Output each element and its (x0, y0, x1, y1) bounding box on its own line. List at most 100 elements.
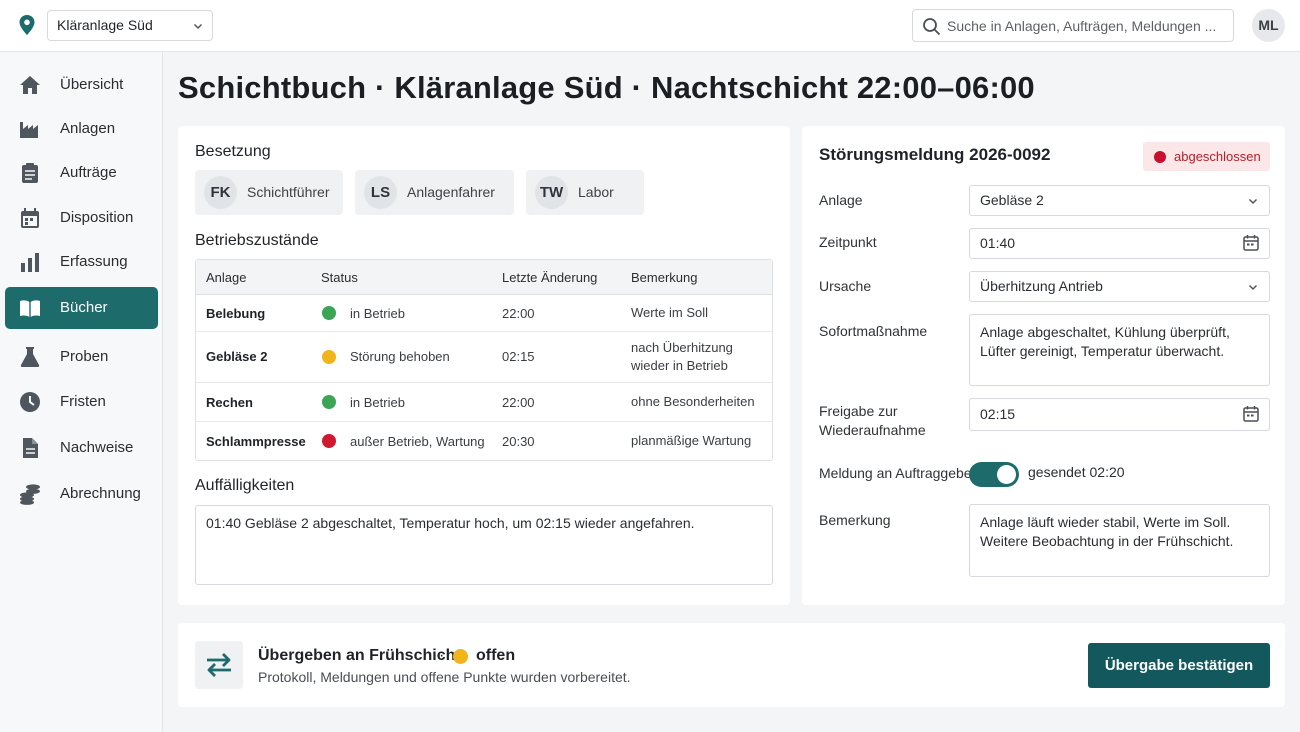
zeitpunkt-label: Zeitpunkt (819, 234, 877, 250)
sidebar-item-label: Nachweise (60, 439, 134, 456)
bar-chart-icon (21, 253, 39, 272)
swap-arrows-icon (207, 653, 231, 677)
cell-remark: ohne Besonderheiten (631, 394, 755, 409)
search-box[interactable] (912, 9, 1234, 42)
cell-anlage: Schlammpresse (206, 434, 306, 449)
sidebar-item-label: Fristen (60, 393, 106, 410)
sidebar-item-auftraege[interactable]: Aufträge (5, 152, 158, 194)
cell-status: Störung behoben (350, 349, 450, 364)
location-pin-icon (19, 15, 35, 35)
toggle-knob (997, 465, 1016, 484)
home-icon (20, 76, 40, 94)
calendar-icon (21, 208, 39, 228)
table-row[interactable]: Gebläse 2 Störung behoben 02:15 nach Übe… (196, 332, 772, 383)
column-header: Anlage (206, 270, 247, 285)
sidebar-item-fristen[interactable]: Fristen (5, 381, 158, 423)
crew-member-tw[interactable]: TW Labor (526, 170, 644, 215)
cell-time: 22:00 (502, 306, 535, 321)
status-dot (322, 306, 336, 320)
cell-status: außer Betrieb, Wartung (350, 434, 485, 449)
handover-bar: Übergeben an Frühschicht · offen Protoko… (178, 623, 1285, 707)
anlage-label: Anlage (819, 192, 863, 208)
clipboard-icon (22, 163, 38, 183)
cell-time: 22:00 (502, 395, 535, 410)
zeitpunkt-value: 01:40 (980, 235, 1016, 251)
anlage-select-value: Gebläse 2 (980, 192, 1044, 208)
sidebar-item-label: Bücher (60, 299, 108, 316)
column-header: Bemerkung (631, 270, 698, 285)
table-row[interactable]: Schlammpresse außer Betrieb, Wartung 20:… (196, 422, 772, 460)
meldung-label: Meldung an Auftraggeber (819, 465, 977, 481)
calendar-icon[interactable] (1242, 234, 1260, 252)
notes-textarea[interactable]: 01:40 Gebläse 2 abgeschaltet, Temperatur… (195, 505, 773, 585)
crew-section-title: Besetzung (195, 143, 271, 160)
crew-member-ls[interactable]: LS Anlagenfahrer (355, 170, 514, 215)
sidebar-item-anlagen[interactable]: Anlagen (5, 108, 158, 150)
book-icon (20, 300, 40, 317)
document-icon (23, 438, 38, 458)
status-dot (322, 434, 336, 448)
status-dot (322, 395, 336, 409)
zeitpunkt-input[interactable]: 01:40 (969, 228, 1270, 259)
top-bar: Kläranlage Süd ML (0, 0, 1300, 52)
crew-initials: FK (204, 176, 237, 209)
sidebar-item-nachweise[interactable]: Nachweise (5, 427, 158, 469)
crew-member-fk[interactable]: FK Schichtführer (195, 170, 343, 215)
ursache-select-value: Überhitzung Antrieb (980, 278, 1103, 294)
bemerkung-textarea[interactable]: Anlage läuft wieder stabil, Werte im Sol… (969, 504, 1270, 577)
chevron-down-icon (1248, 284, 1258, 291)
freigabe-input[interactable]: 02:15 (969, 398, 1270, 431)
column-header: Status (321, 270, 358, 285)
cell-remark: nach Überhitzung wieder in Betrieb (631, 340, 733, 373)
cell-time: 20:30 (502, 434, 535, 449)
cell-anlage: Belebung (206, 306, 266, 321)
ursache-label: Ursache (819, 278, 872, 294)
column-header: Letzte Änderung (502, 270, 598, 285)
table-row[interactable]: Rechen in Betrieb 22:00 ohne Besonderhei… (196, 383, 772, 422)
status-table: Anlage Status Letzte Änderung Bemerkung … (195, 259, 773, 461)
clock-icon (20, 392, 40, 412)
sidebar-item-erfassung[interactable]: Erfassung (5, 241, 158, 283)
coins-icon (20, 484, 40, 505)
cell-time: 02:15 (502, 349, 535, 364)
cell-status: in Betrieb (350, 306, 405, 321)
handover-title: Übergeben an Frühschicht (258, 647, 461, 664)
cell-anlage: Rechen (206, 395, 253, 410)
sidebar-item-uebersicht[interactable]: Übersicht (5, 64, 158, 106)
anlage-select[interactable]: Gebläse 2 (969, 185, 1270, 216)
sofortmassnahme-textarea[interactable]: Anlage abgeschaltet, Kühlung überprüft, … (969, 314, 1270, 386)
freigabe-value: 02:15 (980, 406, 1016, 422)
freigabe-label: Freigabe zur Wiederaufnahme (819, 403, 926, 438)
shift-log-card: Besetzung FK Schichtführer LS Anlagenfah… (178, 126, 790, 605)
incident-card: Störungsmeldung 2026-0092 abgeschlossen … (802, 126, 1285, 605)
search-input[interactable] (947, 10, 1229, 41)
status-dot (322, 350, 336, 364)
crew-initials: LS (364, 176, 397, 209)
handover-icon-box (195, 641, 243, 689)
sidebar-item-disposition[interactable]: Disposition (5, 197, 158, 239)
handover-separator: · (439, 647, 445, 664)
factory-icon (20, 122, 38, 138)
table-header: Anlage Status Letzte Änderung Bemerkung (196, 260, 772, 295)
cell-anlage: Gebläse 2 (206, 349, 268, 364)
page-title: Schichtbuch · Kläranlage Süd · Nachtschi… (178, 70, 1035, 105)
sidebar-item-buecher[interactable]: Bücher (5, 287, 158, 329)
sidebar-item-label: Erfassung (60, 253, 128, 270)
calendar-icon[interactable] (1242, 405, 1260, 423)
plant-select[interactable]: Kläranlage Süd (47, 10, 213, 41)
status-section-title: Betriebszustände (195, 232, 319, 249)
cell-status: in Betrieb (350, 395, 405, 410)
sidebar-item-label: Proben (60, 348, 109, 365)
confirm-handover-button[interactable]: Übergabe bestätigen (1088, 643, 1270, 688)
meldung-toggle[interactable] (969, 462, 1019, 487)
status-badge: abgeschlossen (1143, 142, 1270, 171)
table-row[interactable]: Belebung in Betrieb 22:00 Werte im Soll (196, 295, 772, 332)
sidebar-item-proben[interactable]: Proben (5, 336, 158, 378)
handover-subtitle: Protokoll, Meldungen und offene Punkte w… (258, 669, 631, 685)
crew-role: Schichtführer (247, 184, 330, 200)
ursache-select[interactable]: Überhitzung Antrieb (969, 271, 1270, 302)
handover-status: offen (476, 647, 516, 664)
sidebar-item-label: Abrechnung (60, 485, 141, 502)
sidebar-item-abrechnung[interactable]: Abrechnung (5, 473, 158, 515)
user-avatar[interactable]: ML (1252, 9, 1285, 42)
